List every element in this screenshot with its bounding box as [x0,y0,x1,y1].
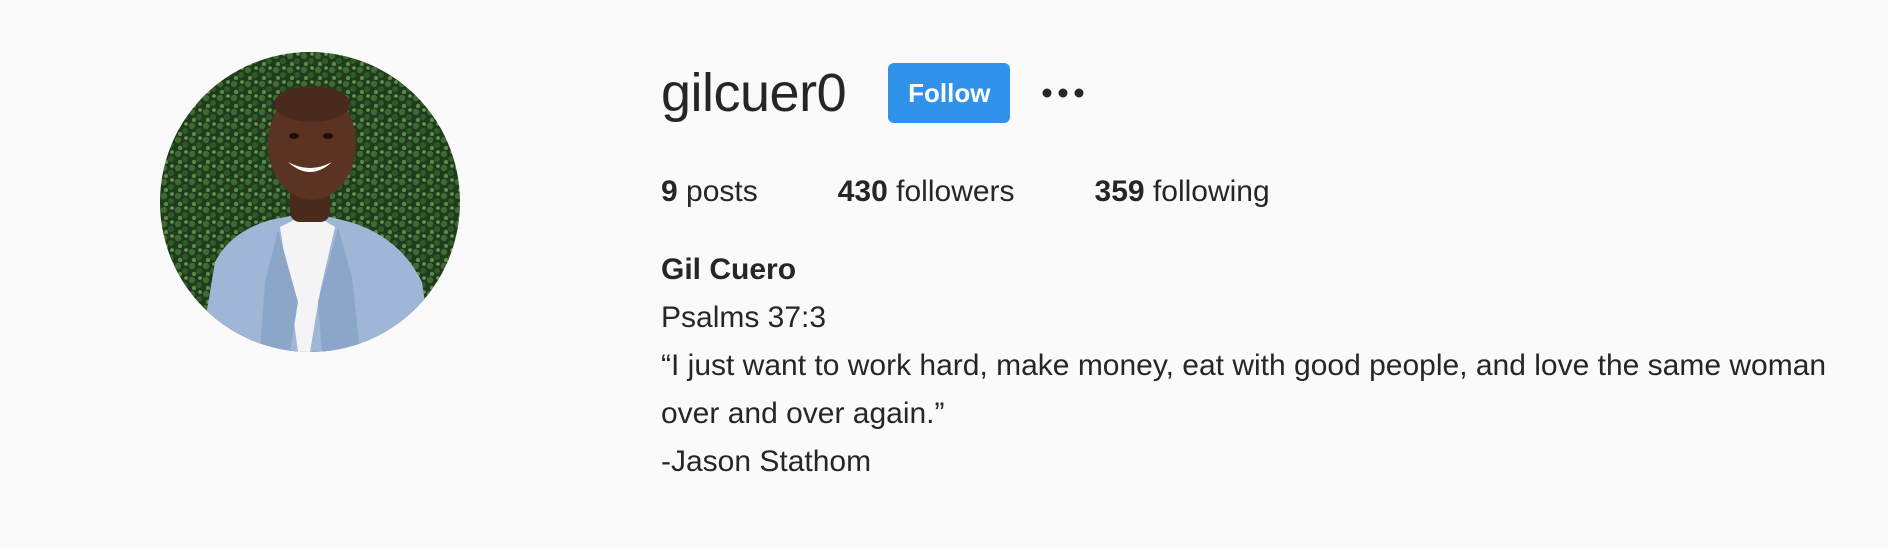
bio-line: -Jason Stathom [661,445,872,478]
posts-count: 9 [661,175,678,208]
stat-followers[interactable]: 430 followers [838,175,1015,209]
avatar-photo [160,52,460,352]
followers-count: 430 [837,175,888,208]
username: gilcuer0 [661,63,847,123]
bio-line: “I just want to work hard, make money, e… [661,349,1827,430]
profile-bio: Gil Cuero Psalms 37:3 “I just want to wo… [661,246,1841,486]
more-horizontal-icon [1042,88,1084,98]
title-row: gilcuer0 Follow [661,56,1861,130]
follow-button[interactable]: Follow [888,63,1011,123]
profile-info: gilcuer0 Follow 9 posts 430 followers 35… [661,56,1861,486]
bio-line: Psalms 37:3 [661,301,827,334]
full-name: Gil Cuero [661,253,797,286]
posts-label: posts [686,175,758,208]
following-label: following [1152,175,1270,208]
stat-posts: 9 posts [661,175,758,209]
profile-avatar[interactable] [160,52,460,352]
profile-header: gilcuer0 Follow 9 posts 430 followers 35… [0,0,1888,548]
following-count: 359 [1094,175,1145,208]
profile-stats: 9 posts 430 followers 359 following [661,172,1861,212]
stat-following[interactable]: 359 following [1095,175,1270,209]
more-options-button[interactable] [1038,68,1088,118]
followers-label: followers [896,175,1015,208]
